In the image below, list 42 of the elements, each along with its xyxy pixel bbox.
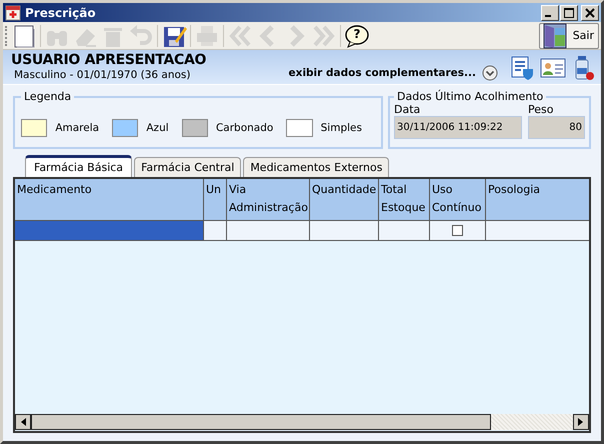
- details-link[interactable]: exibir dados complementares...: [288, 67, 476, 79]
- column-header[interactable]: Total Estoque: [379, 179, 430, 221]
- legend-label: Azul: [146, 122, 169, 134]
- column-header[interactable]: Quantidade: [310, 179, 379, 221]
- column-header[interactable]: Medicamento: [15, 179, 204, 221]
- legend-label: Amarela: [55, 122, 100, 134]
- minimize-button[interactable]: [541, 4, 559, 20]
- toolbar-grip: [5, 26, 8, 46]
- patient-name: USUARIO APRESENTACAO: [11, 52, 208, 69]
- close-icon: [585, 8, 595, 18]
- column-header[interactable]: Via Administração: [227, 179, 310, 221]
- tab[interactable]: Medicamentos Externos: [243, 157, 390, 177]
- column-header[interactable]: Un: [204, 179, 227, 221]
- maximize-button[interactable]: [560, 4, 578, 20]
- column-header[interactable]: Uso Contínuo: [430, 179, 486, 221]
- read-only-field: 80: [528, 116, 585, 139]
- column-header[interactable]: Posologia: [486, 179, 589, 221]
- close-button[interactable]: [581, 4, 599, 20]
- checkbox[interactable]: [452, 225, 463, 236]
- group-title: Dados Último Acolhimento: [396, 91, 544, 103]
- patient-details: Masculino - 01/01/1970 (36 anos): [13, 69, 192, 81]
- id-card-icon[interactable]: [540, 57, 566, 79]
- window-title: Prescrição: [25, 6, 97, 20]
- expand-icon[interactable]: [482, 65, 498, 81]
- field-label: Peso: [528, 103, 554, 116]
- scrollbar-thumb[interactable]: [31, 414, 491, 430]
- minimize-icon: [545, 14, 551, 16]
- tab[interactable]: Farmácia Central: [134, 157, 242, 177]
- group-title: Legenda: [23, 91, 72, 103]
- tab[interactable]: Farmácia Básica: [25, 155, 132, 177]
- table-cell: [310, 221, 379, 241]
- document-shield-icon[interactable]: [509, 55, 535, 81]
- read-only-field: 30/11/2006 11:09:22: [394, 116, 522, 139]
- field-label: Data: [394, 103, 422, 116]
- horizontal-scrollbar[interactable]: [15, 414, 589, 430]
- scroll-left-icon[interactable]: [15, 414, 31, 430]
- scroll-right-icon[interactable]: [573, 414, 589, 430]
- legend-label: Simples: [320, 122, 362, 134]
- exit-button[interactable]: Sair: [538, 22, 599, 48]
- maximize-icon: [564, 8, 574, 18]
- legend-label: Carbonado: [216, 122, 274, 134]
- table-cell: [204, 221, 227, 241]
